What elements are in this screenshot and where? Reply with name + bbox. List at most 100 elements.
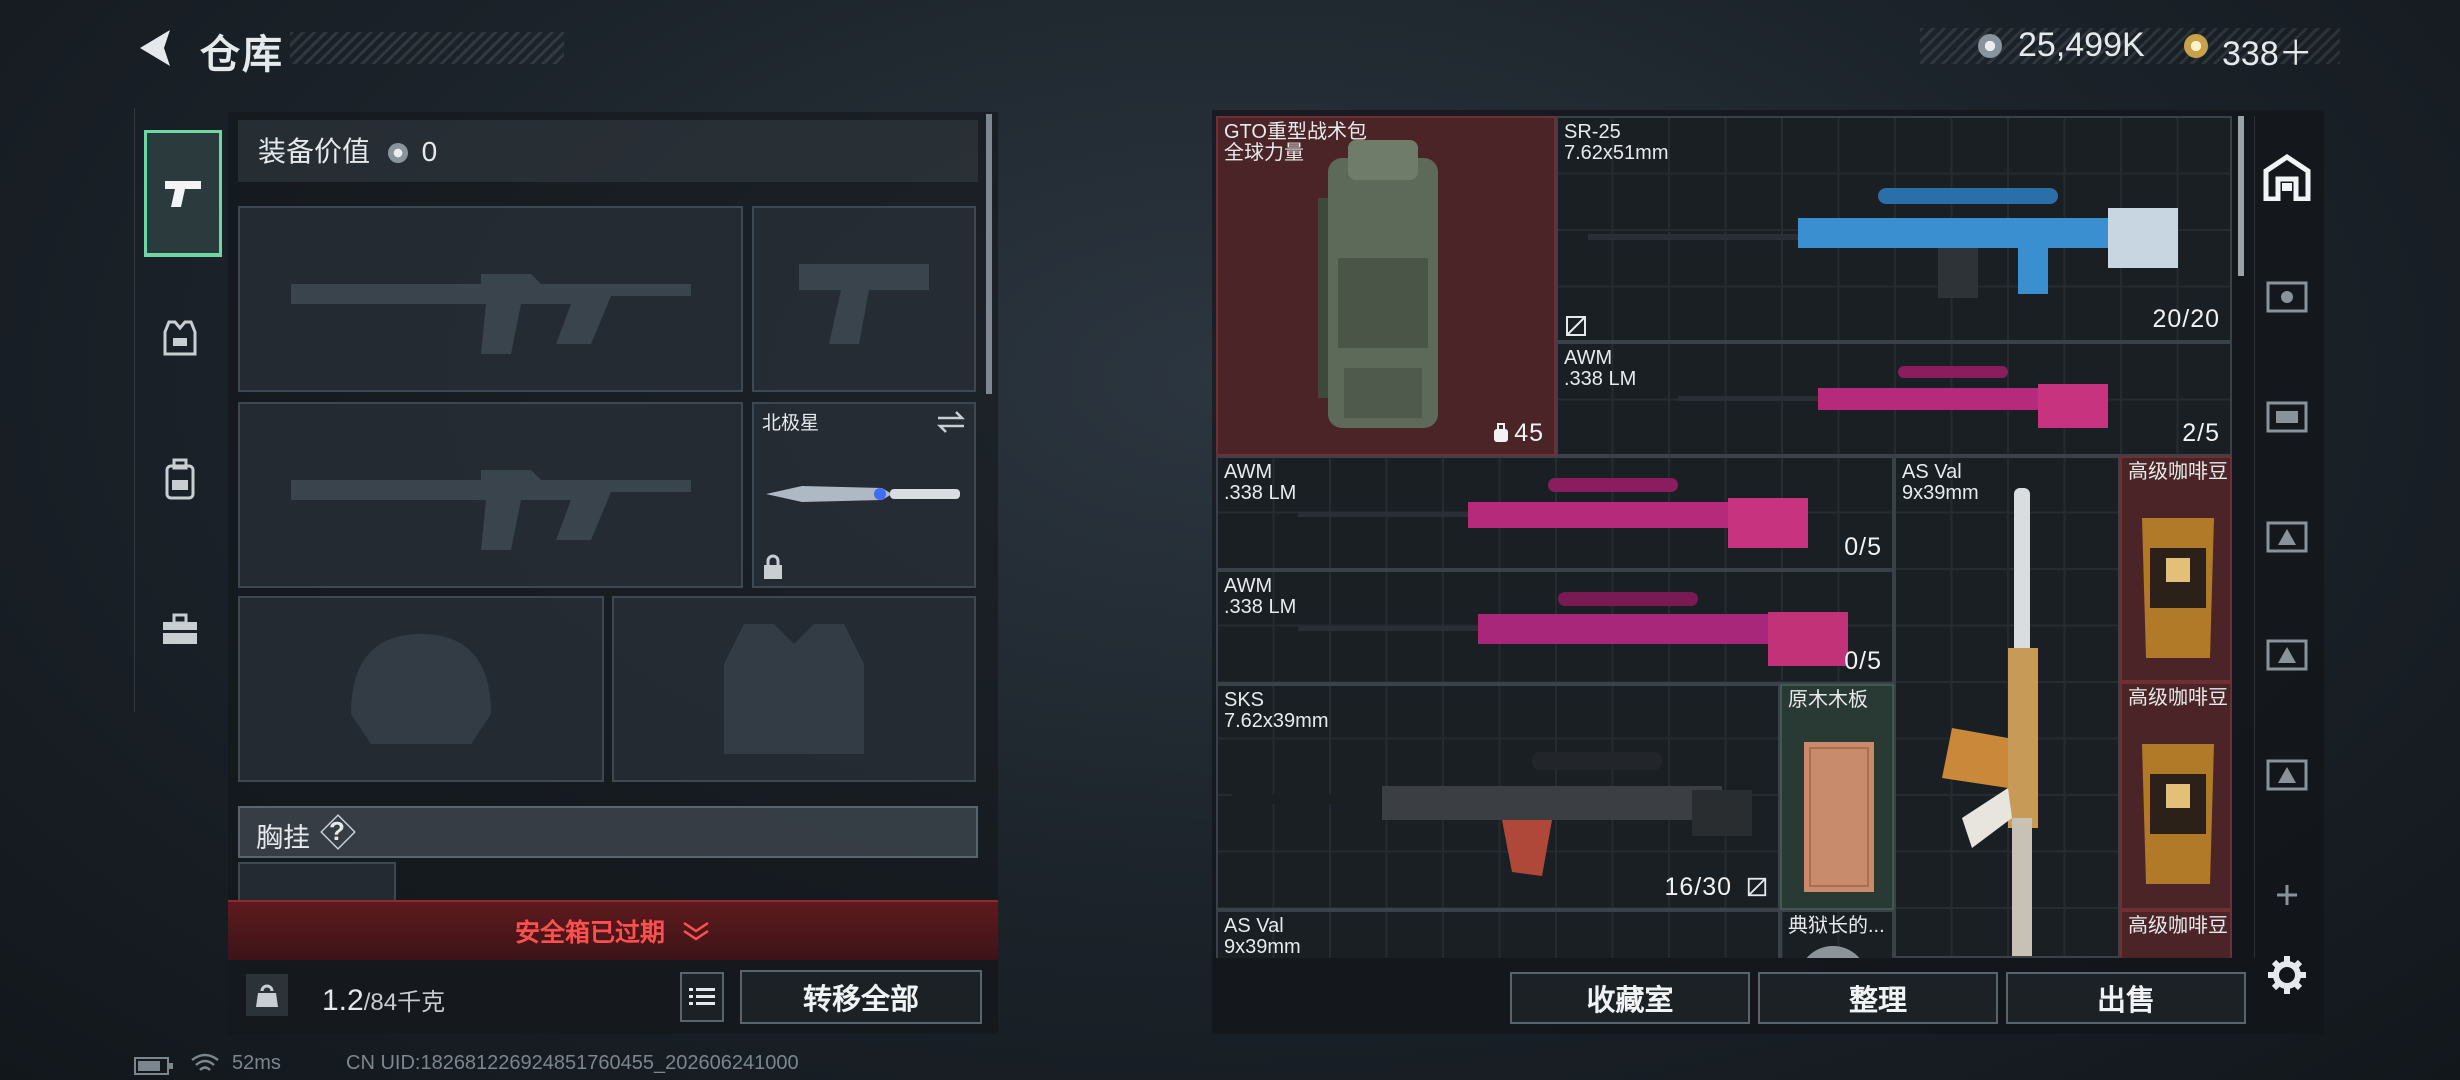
melee-slot[interactable]: 北极星	[752, 402, 976, 588]
weight-readout: 1.2/84千克	[322, 982, 445, 1018]
tab-weapons[interactable]	[144, 130, 222, 257]
rifle-silhouette-icon	[290, 470, 691, 550]
tab-armor[interactable]	[144, 278, 216, 398]
swap-icon[interactable]	[936, 410, 966, 434]
asval-rifle-image	[1942, 488, 2038, 956]
stash-item-awm[interactable]: AWM .338 LM 2/5	[1556, 342, 2232, 456]
wood-plank-image	[1804, 742, 1874, 892]
stash-item-awm[interactable]: AWM .338 LM 0/5	[1216, 570, 1894, 684]
gear-icon	[2268, 956, 2306, 994]
weight-icon	[246, 974, 288, 1016]
silver-coin-icon	[1978, 34, 2002, 58]
stash-tab-icon	[2266, 639, 2308, 671]
stash-page-4a[interactable]	[2258, 266, 2316, 324]
secondary-weapon-slot[interactable]	[238, 402, 743, 588]
settings-button[interactable]	[2258, 946, 2316, 1004]
plus-icon	[2277, 885, 2297, 905]
gold-coin-icon	[2184, 34, 2208, 58]
item-name: 高级咖啡豆	[2128, 687, 2228, 709]
body-armor-slot[interactable]	[612, 596, 976, 782]
stash-item-sks[interactable]: SKS 7.62x39mm 16/30	[1216, 684, 1780, 910]
sort-button[interactable]: 整理	[1758, 972, 1998, 1024]
sidearm-slot[interactable]	[752, 206, 976, 392]
stash-item-backpack[interactable]: GTO重型战术包 全球力量 45	[1216, 116, 1556, 456]
stash-item-sr25[interactable]: SR-25 7.62x51mm 20/20	[1556, 116, 2232, 342]
item-count: 16/30	[1664, 873, 1768, 902]
stash-tab-icon	[2266, 401, 2308, 433]
item-name: 高级咖啡豆	[2128, 915, 2228, 937]
back-button[interactable]	[134, 26, 178, 70]
awm-rifle-image	[1298, 592, 1848, 666]
capacity-icon	[1494, 423, 1509, 442]
awm-rifle-image	[1298, 478, 1808, 548]
item-name: AWM .338 LM	[1224, 575, 1297, 618]
sks-rifle-image	[1232, 752, 1752, 876]
equip-value-label: 装备价值	[258, 136, 371, 167]
stash-item-asval[interactable]: AS Val 9x39mm	[1894, 456, 2120, 958]
stash-item-coffee[interactable]: 高级咖啡豆	[2120, 682, 2232, 910]
chevron-down-icon	[683, 921, 709, 941]
title-decoration	[290, 32, 564, 64]
item-count: 20/20	[2152, 305, 2220, 333]
stash-page-3b[interactable]	[2258, 624, 2316, 682]
battery-icon	[134, 1057, 173, 1075]
equip-value-row: 装备价值 0	[258, 130, 437, 170]
stash-item-coffee[interactable]: 高级咖啡豆	[2120, 456, 2232, 682]
pistol-icon	[165, 181, 201, 207]
item-name: AWM .338 LM	[1224, 461, 1297, 504]
collection-room-button[interactable]: 收藏室	[1510, 972, 1750, 1024]
back-arrow-icon	[140, 30, 170, 66]
stash-page-main[interactable]	[2258, 148, 2316, 206]
stash-scrollbar[interactable]	[2238, 116, 2244, 276]
primary-weapon-slot[interactable]	[238, 206, 743, 392]
sell-button[interactable]: 出售	[2006, 972, 2246, 1024]
stash-page-3c[interactable]	[2258, 744, 2316, 802]
backpack-image	[1318, 140, 1438, 428]
stash-tab-icon	[2266, 521, 2308, 553]
weight-max: /84千克	[363, 989, 446, 1016]
item-name: 典狱长的...	[1788, 915, 1885, 937]
chest-rig-label: 胸挂	[256, 823, 310, 853]
ping-text: 52ms	[232, 1052, 281, 1074]
item-name: 高级咖啡豆	[2128, 461, 2228, 483]
coin-image	[1798, 946, 1868, 958]
chest-rig-item-slot[interactable]	[238, 862, 396, 900]
loadout-scrollbar[interactable]	[986, 114, 992, 394]
tab-toolbox[interactable]	[144, 570, 216, 690]
stash-tab-icon	[2266, 281, 2308, 313]
toolbox-icon	[163, 613, 197, 644]
rifle-silhouette-icon	[290, 274, 691, 354]
add-stash-page-button[interactable]	[2258, 866, 2316, 924]
transfer-all-button[interactable]: 转移全部	[740, 970, 982, 1024]
stash-page-4b[interactable]	[2258, 386, 2316, 444]
pistol-silhouette-icon	[799, 264, 929, 344]
no-insure-icon	[1747, 877, 1767, 897]
weight-current: 1.2	[322, 984, 364, 1017]
safebox-status: 安全箱已过期	[514, 919, 665, 947]
tab-backpack[interactable]	[144, 420, 216, 540]
lock-icon	[764, 554, 782, 579]
sr25-rifle-image	[1588, 188, 2178, 298]
item-count: 45	[1492, 419, 1544, 448]
stash-item-wood-plank[interactable]: 原木木板	[1780, 684, 1894, 910]
no-insure-icon	[1566, 316, 1586, 336]
coffee-bag-image	[2142, 744, 2214, 884]
item-name: 原木木板	[1788, 689, 1868, 711]
stash-item-warden[interactable]: 典狱长的...	[1780, 910, 1894, 958]
melee-name: 北极星	[762, 413, 820, 434]
stash-item-coffee[interactable]: 高级咖啡豆	[2120, 910, 2232, 958]
stash-item-awm[interactable]: AWM .338 LM 0/5	[1216, 456, 1894, 570]
list-view-button[interactable]	[680, 972, 724, 1022]
stash-tab-icon	[2266, 759, 2308, 791]
stash-item-asval[interactable]: AS Val 9x39mm	[1216, 910, 1780, 958]
item-count: 0/5	[1844, 647, 1882, 675]
stash-grid: GTO重型战术包 全球力量 45 SR-25 7.62x51mm 20/20 AWM…	[1216, 116, 2232, 958]
armor-silhouette-icon	[724, 624, 864, 754]
equip-value: 0	[421, 136, 438, 167]
helmet-slot[interactable]	[238, 596, 604, 782]
backpack-icon	[165, 458, 195, 500]
safebox-expired-banner[interactable]: 安全箱已过期	[228, 900, 998, 960]
silver-amount: 25,499K	[2018, 26, 2145, 64]
stash-page-3a[interactable]	[2258, 506, 2316, 564]
gold-amount[interactable]: 338＋	[2222, 26, 2313, 75]
